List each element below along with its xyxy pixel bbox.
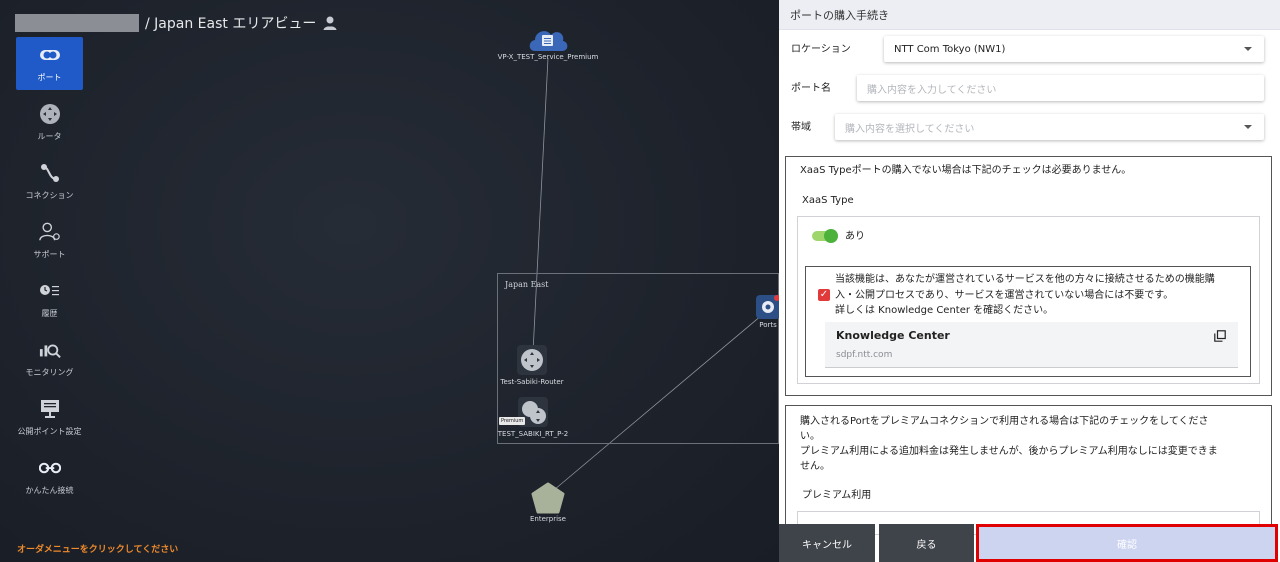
sidebar-item-label: ルータ [37,132,62,141]
premium-note-line1: 購入されるPortをプレミアムコネクションで利用される場合は下記のチェックをして… [800,416,1209,427]
xaas-desc-line3: 詳しくは Knowledge Center を確認ください。 [835,305,1054,316]
public-point-icon [39,398,61,420]
port-name-input[interactable]: 購入内容を入力してください [857,75,1264,101]
sidebar-item-easy-connect[interactable]: かんたん接続 [16,450,83,503]
port-icon [39,44,61,66]
sidebar-item-port[interactable]: ポート [16,37,83,90]
location-label: ロケーション [791,44,851,55]
back-button[interactable]: 戻る [879,524,974,562]
premium-note-line3: プレミアム利用による追加料金は発生しませんが、後からプレミアム利用なしには変更で… [800,446,1218,457]
xaas-toggle-label: あり [845,231,865,242]
xaas-title: XaaS Type [802,195,854,206]
knowledge-center-card[interactable]: Knowledge Center sdpf.ntt.com [825,322,1238,368]
bandwidth-label: 帯域 [791,122,811,133]
support-icon [38,221,61,243]
router-icon [39,103,61,125]
sidebar-item-label: 履歴 [41,309,58,318]
location-select[interactable]: NTT Com Tokyo (NW1) [884,36,1264,62]
port-icon [756,295,780,319]
confirm-label: 確認 [1117,539,1137,551]
history-icon [39,280,61,302]
node-label: Enterprise [529,515,566,523]
enterprise-node[interactable]: Enterprise [518,482,578,523]
port-name-label: ポート名 [791,83,831,94]
premium-note-line2: い。 [800,431,820,442]
kc-url: sdpf.ntt.com [836,350,893,360]
xaas-desc-line1: 当該機能は、あなたが運営されているサービスを他の方々に接続させるための機能購 [835,274,1215,285]
sidebar-item-connection[interactable]: コネクション [16,155,83,208]
bandwidth-select[interactable]: 購入内容を選択してください [835,114,1264,140]
easy-connect-icon [38,457,61,479]
sidebar-item-router[interactable]: ルータ [16,96,83,149]
sidebar-item-history[interactable]: 履歴 [16,273,83,326]
location-value: NTT Com Tokyo (NW1) [894,43,1006,55]
connection-icon [39,162,61,184]
xaas-toggle[interactable] [812,229,838,243]
sidebar-item-label: ポート [37,73,62,82]
cloud-icon [529,31,568,51]
router-icon [517,345,547,375]
confirm-button[interactable]: 確認 [976,524,1278,562]
sidebar-item-label: コネクション [25,191,74,200]
xaas-consent-checkbox[interactable]: ✓ [818,289,830,301]
sidebar-item-label: かんたん接続 [25,486,74,495]
router-node-1[interactable]: Test-Sabiki-Router [496,344,568,386]
cancel-label: キャンセル [802,539,852,551]
panel-title: ポートの購入手続き [779,0,1280,30]
premium-note-line4: せん。 [800,461,830,472]
premium-badge: Premium [499,417,526,425]
ports-node[interactable]: Ports [754,294,782,329]
node-label: VP-X_TEST_Service_Premium [497,53,599,61]
node-label: Test-Sabiki-Router [500,378,564,386]
cancel-button[interactable]: キャンセル [779,524,875,562]
xaas-note: XaaS Typeポートの購入でない場合は下記のチェックは必要ありません。 [800,165,1132,176]
sidebar: ポート ルータ コネクション サポート 履歴 モニタリング 公開ポイント設定 か… [16,37,83,509]
sidebar-item-support[interactable]: サポート [16,214,83,267]
cloud-service-node[interactable]: VP-X_TEST_Service_Premium [497,26,599,61]
xaas-desc-line2: 入・公開プロセスであり、サービスを運営されていない場合には不要です。 [835,290,1174,301]
chevron-down-icon [1244,47,1252,51]
node-label: TEST_SABIKI_RT_P-2 [497,430,569,438]
enterprise-icon [531,482,565,514]
bandwidth-placeholder: 購入内容を選択してください [845,123,975,135]
order-hint: オーダメニューをクリックしてください [17,545,179,555]
back-label: 戻る [916,539,937,551]
sidebar-item-label: モニタリング [25,368,74,377]
port-name-placeholder: 購入内容を入力してください [867,84,997,96]
premium-title: プレミアム利用 [802,490,872,501]
area-label: Japan East [505,280,549,289]
sidebar-item-monitoring[interactable]: モニタリング [16,332,83,385]
copy-icon[interactable] [1214,330,1226,342]
sidebar-item-public-point[interactable]: 公開ポイント設定 [16,391,83,444]
chevron-down-icon [1244,125,1252,129]
panel-footer: キャンセル 戻る 確認 [779,524,1280,562]
sidebar-item-label: 公開ポイント設定 [17,427,82,436]
sidebar-item-label: サポート [33,250,66,259]
kc-title: Knowledge Center [836,329,950,342]
monitoring-icon [39,339,61,361]
node-label: Ports [759,321,777,329]
topology-canvas[interactable]: / Japan East エリアビュー ポート ルータ コネクション サポート … [0,0,782,562]
